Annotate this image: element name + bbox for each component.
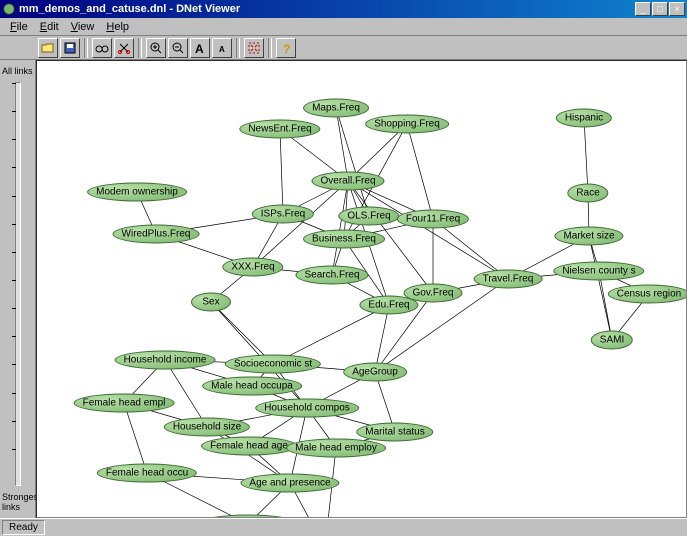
zoom-in-icon[interactable] [146, 38, 166, 58]
graph-node[interactable]: Nielsen county s [553, 262, 644, 281]
zoom-out-icon[interactable] [168, 38, 188, 58]
graph-node[interactable]: Modem ownership [87, 183, 187, 202]
graph-edge [253, 181, 348, 267]
save-icon[interactable] [60, 38, 80, 58]
menu-view[interactable]: View [65, 19, 101, 35]
menu-file[interactable]: File [4, 19, 34, 35]
help-icon[interactable]: ? [276, 38, 296, 58]
fit-icon[interactable] [244, 38, 264, 58]
svg-text:A: A [219, 45, 225, 54]
cut-icon[interactable] [114, 38, 134, 58]
graph-node[interactable]: Male head occupa [202, 377, 302, 396]
status-bar: Ready [0, 518, 687, 536]
menu-edit[interactable]: Edit [34, 19, 65, 35]
menu-help[interactable]: Help [100, 19, 135, 35]
graph-node[interactable]: Household compos [255, 399, 359, 418]
graph-node[interactable]: Hispanic [556, 109, 612, 128]
graph-edge [584, 118, 588, 193]
toolbar-separator [84, 38, 88, 58]
svg-text:?: ? [283, 42, 290, 55]
minimize-button[interactable]: _ [635, 2, 651, 16]
graph-node[interactable]: Four11.Freq [397, 210, 469, 229]
graph-node[interactable]: Business.Freq [303, 230, 385, 249]
toolbar-separator [236, 38, 240, 58]
graph-node[interactable]: SAMI [591, 331, 633, 350]
slider-bottom-label: Strongest links [2, 490, 33, 514]
toolbar: A A? [0, 36, 687, 60]
svg-text:A: A [195, 42, 204, 55]
graph-edge [348, 181, 508, 279]
link-strength-slider[interactable] [15, 82, 21, 486]
app-icon [2, 2, 16, 16]
graph-edge [407, 124, 433, 219]
graph-node[interactable]: Age and presence [240, 474, 339, 493]
toolbar-separator [138, 38, 142, 58]
graph-edge [332, 181, 348, 275]
graph-edge [589, 236, 612, 340]
window-title: mm_demos_and_catuse.dnl - DNet Viewer [19, 3, 635, 15]
graph-node[interactable]: Socioeconomic st [225, 355, 321, 374]
graph-edge [336, 108, 369, 216]
graph-node[interactable]: Male head employ [286, 439, 386, 458]
graph-node[interactable]: Search.Freq [295, 266, 368, 285]
font-small-icon[interactable]: A [212, 38, 232, 58]
graph-node[interactable]: Female head age [201, 437, 297, 456]
title-bar: mm_demos_and_catuse.dnl - DNet Viewer _ … [0, 0, 687, 18]
graph-node[interactable]: NewsEnt.Freq [239, 120, 320, 139]
graph-node[interactable]: Market size [554, 227, 623, 246]
graph-edge [124, 403, 147, 473]
graph-node[interactable]: Female head occu [97, 464, 197, 483]
toolbar-separator [268, 38, 272, 58]
status-text: Ready [2, 520, 45, 535]
graph-node[interactable]: Census region [608, 285, 687, 304]
close-button[interactable]: × [669, 2, 685, 16]
graph-node[interactable]: Female head empl [74, 394, 175, 413]
graph-node[interactable]: AgeGroup [343, 363, 407, 382]
graph-node[interactable]: Travel.Freq [474, 270, 543, 289]
graph-node[interactable]: Overall.Freq [311, 172, 384, 191]
slider-top-label: All links [2, 64, 33, 78]
graph-node[interactable]: Shopping.Freq [365, 115, 449, 134]
maximize-button[interactable]: □ [652, 2, 668, 16]
graph-node[interactable]: Marital status [356, 423, 433, 442]
graph-node[interactable]: Household size [164, 418, 250, 437]
graph-node[interactable]: XXX.Freq [222, 258, 283, 277]
graph-edge [280, 129, 283, 214]
graph-canvas[interactable]: Maps.Freq Hispanic Shopping.Freq NewsEnt.Fr… [36, 60, 687, 518]
sidebar-slider: All links Strongest links [0, 60, 36, 518]
graph-node[interactable]: Maps.Freq [303, 99, 369, 118]
graph-node[interactable]: OLS.Freq [338, 207, 399, 226]
font-icon[interactable]: A [190, 38, 210, 58]
graph-node[interactable]: Race [567, 184, 608, 203]
graph-node[interactable]: Household income [115, 351, 216, 370]
graph-edge [336, 108, 348, 181]
graph-node[interactable]: Sex [191, 293, 231, 312]
graph-node[interactable]: ISPs.Freq [252, 205, 314, 224]
open-icon[interactable] [38, 38, 58, 58]
binoculars-icon[interactable] [92, 38, 112, 58]
menu-bar: File Edit View Help [0, 18, 687, 36]
graph-node[interactable]: Edu.Freq [359, 296, 418, 315]
graph-node[interactable]: WiredPlus.Freq [113, 225, 200, 244]
